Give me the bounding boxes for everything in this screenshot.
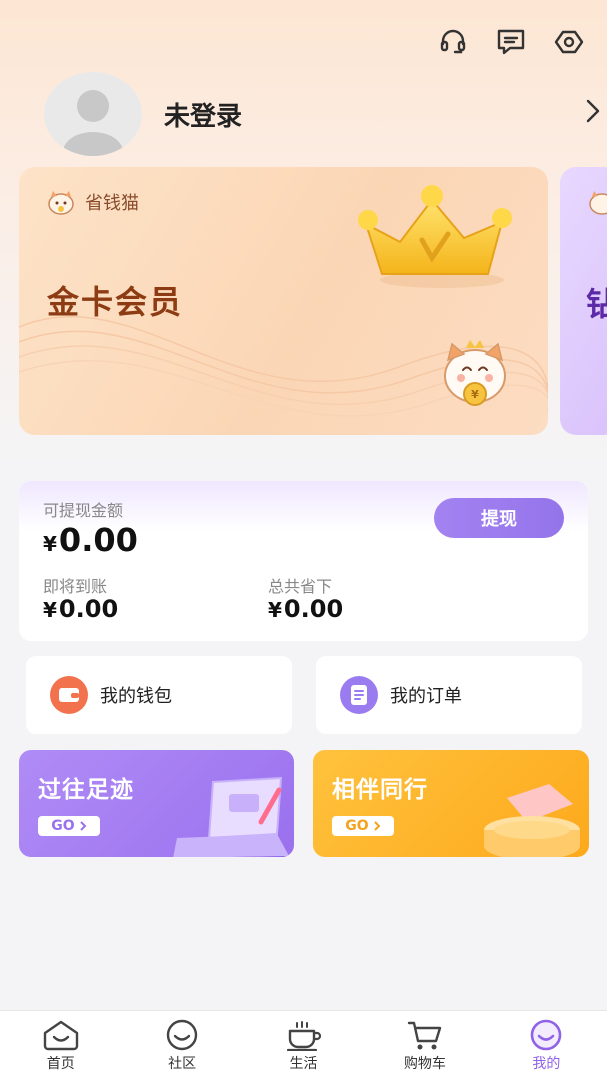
companion-title: 相伴同行 [332, 777, 428, 803]
tab-cart-label: 购物车 [403, 1056, 446, 1072]
history-footprint-card[interactable]: 过往足迹 GO [19, 750, 294, 857]
avatar[interactable] [44, 72, 142, 156]
profile-smile-icon [531, 1019, 562, 1051]
tab-community-label: 社区 [168, 1056, 197, 1072]
settings-icon[interactable] [551, 24, 587, 60]
bottom-tab-bar: 首页 社区 生活 购物车 我的 [0, 1010, 607, 1080]
pending-amount: ¥0.00 [43, 595, 118, 623]
history-go-button[interactable]: GO [38, 816, 100, 836]
message-icon[interactable] [493, 24, 529, 60]
withdrawable-label: 可提现金额 [43, 501, 124, 520]
home-icon [43, 1020, 78, 1051]
my-wallet-button[interactable]: 我的钱包 [26, 656, 292, 734]
saved-label: 总共省下 [268, 577, 333, 596]
saved-value: 0.00 [283, 595, 344, 623]
cat-mascot-icon: ¥ [444, 340, 506, 406]
chevron-right-icon [79, 821, 87, 831]
currency-symbol: ¥ [268, 598, 282, 622]
login-status[interactable]: 未登录 [164, 96, 242, 133]
withdrawable-value: 0.00 [58, 521, 138, 559]
companion-go-button[interactable]: GO [332, 816, 394, 836]
balance-card: 可提现金额 ¥0.00 提现 即将到账 ¥0.00 总共省下 ¥0.00 [19, 481, 588, 641]
brand: 省钱猫 [47, 189, 139, 215]
companion-card[interactable]: 相伴同行 GO [313, 750, 589, 857]
history-title: 过往足迹 [38, 777, 134, 803]
header-actions [435, 24, 587, 60]
go-label: GO [51, 818, 75, 834]
tab-mine[interactable]: 我的 [486, 1011, 607, 1080]
tab-community[interactable]: 社区 [121, 1011, 242, 1080]
brand-name: 省钱猫 [85, 193, 139, 214]
cart-icon [407, 1021, 442, 1050]
box-illustration-icon [484, 784, 580, 857]
tab-home[interactable]: 首页 [0, 1011, 121, 1080]
cat-logo-icon [589, 191, 607, 215]
my-wallet-label: 我的钱包 [100, 686, 172, 707]
profile-row[interactable]: 未登录 [44, 72, 607, 156]
laptop-illustration-icon [173, 776, 289, 857]
tab-home-label: 首页 [46, 1056, 75, 1072]
next-card-title: 钻 [586, 285, 607, 323]
tab-cart[interactable]: 购物车 [364, 1011, 485, 1080]
community-icon [166, 1019, 198, 1051]
my-orders-button[interactable]: 我的订单 [316, 656, 582, 734]
withdraw-button[interactable]: 提现 [434, 498, 564, 538]
my-orders-label: 我的订单 [390, 686, 462, 707]
chevron-right-icon[interactable] [585, 98, 601, 128]
tab-mine-label: 我的 [532, 1056, 561, 1072]
cat-logo-icon [48, 191, 74, 215]
coffee-icon [286, 1021, 321, 1051]
svg-text:¥: ¥ [471, 388, 479, 401]
chevron-right-icon [373, 821, 381, 831]
currency-symbol: ¥ [43, 598, 57, 622]
wallet-icon [50, 676, 88, 714]
headset-icon[interactable] [435, 24, 471, 60]
currency-symbol: ¥ [43, 532, 57, 556]
pending-value: 0.00 [58, 595, 119, 623]
diamond-member-card[interactable]: 钻 [560, 167, 607, 435]
saved-amount: ¥0.00 [268, 595, 343, 623]
withdrawable-amount: ¥0.00 [43, 521, 138, 559]
order-icon [340, 676, 378, 714]
card-title: 金卡会员 [47, 283, 184, 321]
tab-life[interactable]: 生活 [243, 1011, 364, 1080]
tab-life-label: 生活 [289, 1056, 318, 1072]
pending-label: 即将到账 [43, 577, 108, 596]
go-label: GO [345, 818, 369, 834]
crown-icon [358, 185, 512, 288]
